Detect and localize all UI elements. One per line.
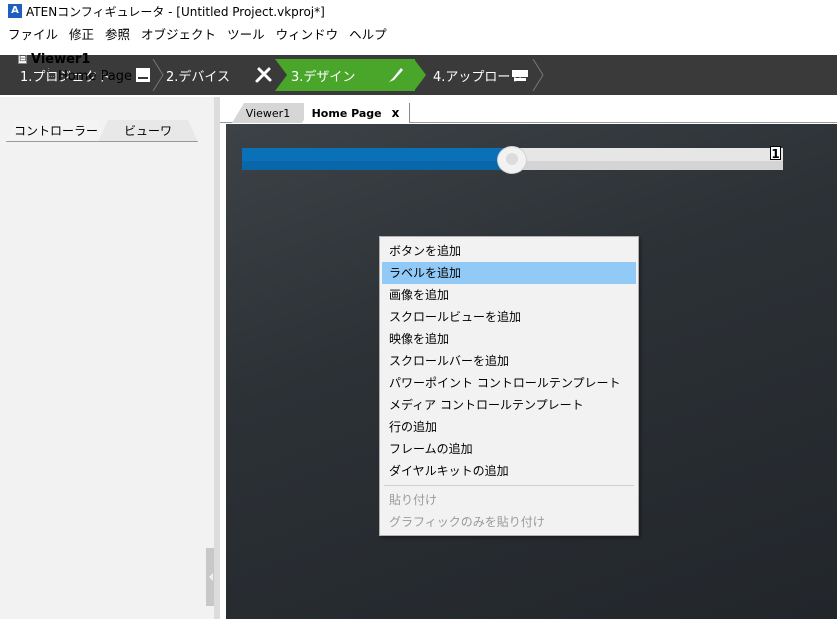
- step-separator: [275, 59, 287, 91]
- tab-controller[interactable]: コントローラー: [6, 120, 106, 142]
- step-label: 3.デザイン: [291, 69, 356, 85]
- menu-object[interactable]: オブジェクト: [141, 24, 216, 43]
- menu-file[interactable]: ファイル: [8, 24, 58, 43]
- project-panel: コントローラー ビューワ: [0, 97, 220, 619]
- tools-icon: [255, 67, 272, 83]
- menu-add-image[interactable]: 画像を追加: [382, 284, 636, 306]
- tree-node-label: Viewer1: [31, 52, 91, 67]
- menu-bar: ファイル 修正 参照 オブジェクト ツール ウィンドウ ヘルプ: [0, 22, 837, 44]
- window-title: ATENコンフィギュレータ - [Untitled Project.vkproj…: [26, 4, 325, 19]
- title-bar: A ATENコンフィギュレータ - [Untitled Project.vkpr…: [0, 0, 837, 22]
- panel-splitter[interactable]: [214, 97, 220, 619]
- upload-icon: [512, 70, 528, 81]
- menu-add-scroll-view[interactable]: スクロールビューを追加: [382, 306, 636, 328]
- menu-edit[interactable]: 修正: [69, 24, 94, 43]
- tree-connector: [48, 68, 56, 77]
- menu-tools[interactable]: ツール: [227, 24, 265, 43]
- menu-add-scrollbar[interactable]: スクロールバーを追加: [382, 350, 636, 372]
- collapse-arrow-icon: [209, 573, 213, 581]
- menu-add-video[interactable]: 映像を追加: [382, 328, 636, 350]
- menu-paste: 貼り付け: [389, 493, 438, 507]
- doc-tab-label: Home Page: [311, 106, 382, 120]
- step-separator: [532, 59, 544, 91]
- paintbrush-icon: [389, 68, 403, 82]
- step-separator: [152, 59, 164, 91]
- menu-help[interactable]: ヘルプ: [349, 24, 387, 43]
- document-tabs: Viewer1 Home Page x: [220, 97, 837, 123]
- close-icon[interactable]: x: [392, 106, 400, 120]
- doc-tab-viewer1[interactable]: Viewer1: [232, 103, 304, 123]
- doc-tab-home-page[interactable]: Home Page x: [302, 103, 410, 123]
- tab-viewer[interactable]: ビューワ: [98, 120, 198, 142]
- menu-view[interactable]: 参照: [105, 24, 130, 43]
- menu-add-row[interactable]: 行の追加: [382, 416, 636, 438]
- menu-separator: [384, 485, 634, 486]
- menu-add-frame[interactable]: フレームの追加: [382, 438, 636, 460]
- menu-powerpoint-control-template[interactable]: パワーポイント コントロールテンプレート: [382, 372, 636, 394]
- step-label: 2.デバイス: [166, 69, 231, 85]
- step-device[interactable]: 2.デバイス: [166, 59, 230, 91]
- step-design[interactable]: 3.デザイン: [291, 59, 355, 91]
- device-icon: [136, 68, 150, 82]
- menu-media-control-template[interactable]: メディア コントロールテンプレート: [382, 394, 636, 416]
- slider-thumb-center: [506, 153, 518, 165]
- menu-paste-graphic-only: グラフィックのみを貼り付け: [389, 515, 545, 529]
- menu-add-label[interactable]: ラベルを追加: [382, 262, 636, 284]
- slider-value-label: 1: [770, 146, 781, 161]
- menu-add-button[interactable]: ボタンを追加: [382, 240, 636, 262]
- tree-node-home-page[interactable]: Home Page: [58, 69, 132, 84]
- menu-window[interactable]: ウィンドウ: [276, 24, 339, 43]
- step-separator: [414, 59, 426, 91]
- tree-collapse-icon[interactable]: ⊟: [18, 55, 27, 64]
- aten-app-icon: A: [8, 4, 22, 18]
- tree-node-viewer1[interactable]: ⊟ Viewer1: [18, 52, 90, 67]
- panel-tabs: コントローラー ビューワ: [0, 120, 218, 142]
- menu-add-dial-kit[interactable]: ダイヤルキットの追加: [382, 460, 636, 482]
- doc-tab-label: Viewer1: [245, 106, 291, 120]
- context-menu: ボタンを追加 ラベルを追加 画像を追加 スクロールビューを追加 映像を追加 スク…: [379, 236, 639, 536]
